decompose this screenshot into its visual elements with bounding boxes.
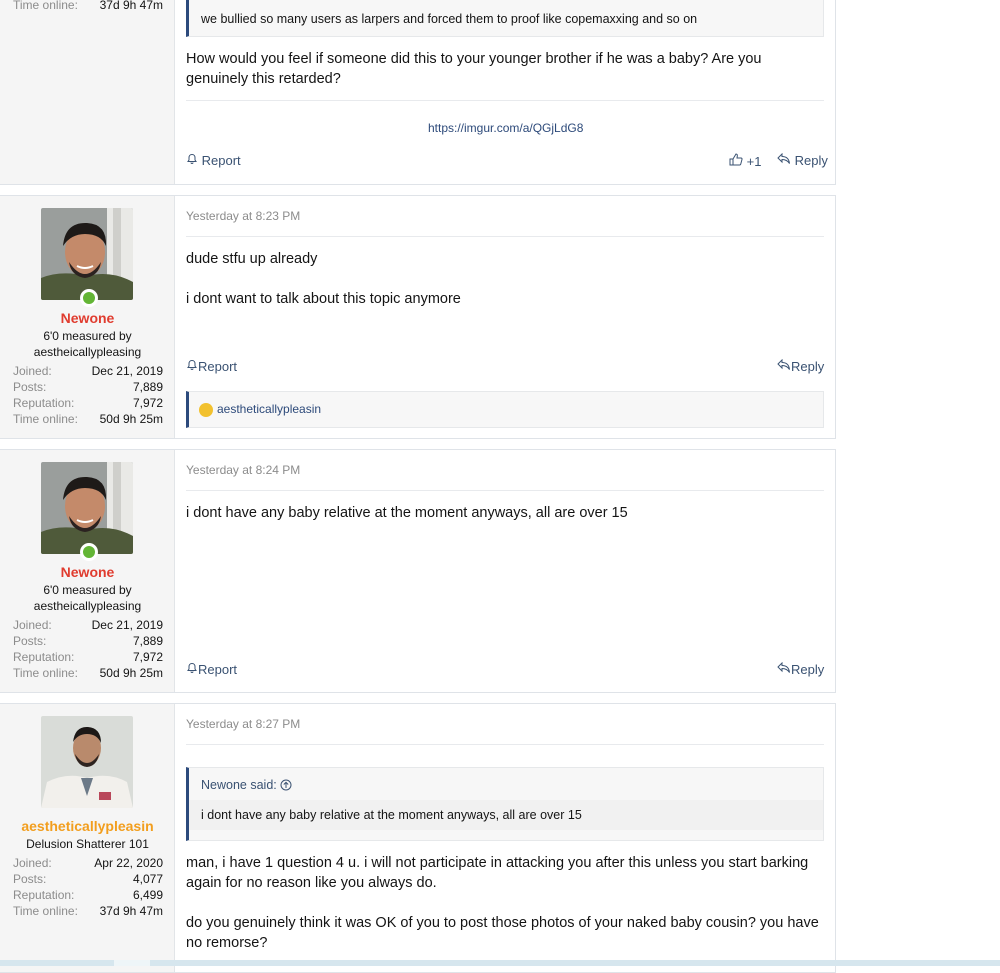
divider <box>186 490 824 491</box>
report-button[interactable]: Report <box>186 662 237 677</box>
user-title: 6'0 measured by <box>43 583 132 597</box>
post-date[interactable]: Yesterday at 8:24 PM <box>186 463 300 477</box>
reply-label: Reply <box>791 662 825 677</box>
user-title: 6'0 measured by <box>43 329 132 343</box>
stat-time-online: Time online: 37d 9h 47m <box>13 904 163 918</box>
like-button[interactable]: +1 <box>729 153 761 169</box>
reply-button[interactable]: Reply <box>777 152 828 168</box>
user-cell: Newone 6'0 measured by aestheicallypleas… <box>0 196 175 438</box>
quote-text: i dont have any baby relative at the mom… <box>189 800 823 830</box>
post-1: Newone 6'0 measured by aestheicallypleas… <box>0 195 836 439</box>
user-cell: Newone 6'0 measured by aestheicallypleas… <box>0 450 175 692</box>
like-count: +1 <box>746 154 762 169</box>
reply-button[interactable]: Reply <box>777 661 825 677</box>
stat-time-online: Time online: 50d 9h 25m <box>13 666 163 680</box>
online-status-icon <box>80 543 98 561</box>
stat-joined: Joined: Dec 21, 2019 <box>13 618 163 632</box>
reply-icon <box>777 358 791 374</box>
reply-label: Reply <box>791 359 825 374</box>
quote-author[interactable]: Newone said: <box>189 768 823 792</box>
stat-posts: Posts: 7,889 <box>13 634 163 648</box>
bell-icon <box>186 359 198 374</box>
post-body: How would you feel if someone did this t… <box>186 51 762 87</box>
reactions-bar[interactable]: aesthetically​pleasin <box>186 391 824 428</box>
stat-reputation: Reputation: 7,972 <box>13 396 163 410</box>
report-button[interactable]: Report <box>186 359 237 374</box>
stat-joined: Joined: Apr 22, 2020 <box>13 856 163 870</box>
stat-joined: Joined: Dec 21, 2019 <box>13 364 163 378</box>
stat-time-online: Time online: 37d 9h 47m <box>13 0 163 12</box>
divider <box>186 100 824 101</box>
post-date[interactable]: Yesterday at 8:27 PM <box>186 717 300 731</box>
stat-posts: Posts: 4,077 <box>13 872 163 886</box>
online-status-icon <box>80 289 98 307</box>
divider <box>186 744 824 745</box>
divider <box>186 236 824 237</box>
report-label: Report <box>198 359 238 374</box>
reply-button[interactable]: Reply <box>777 358 825 374</box>
quote-block: Newone said: i dont have any baby relati… <box>186 767 824 841</box>
post-2: Newone 6'0 measured by aestheicallypleas… <box>0 449 836 693</box>
stat-reputation: Reputation: 7,972 <box>13 650 163 664</box>
stat-posts: Posts: 7,889 <box>13 380 163 394</box>
username[interactable]: Newone <box>0 310 175 326</box>
post-date[interactable]: Yesterday at 8:23 PM <box>186 209 300 223</box>
quote-text: we bullied so many users as larpers and … <box>201 12 698 26</box>
user-title: Delusion Shatterer 101 <box>26 837 149 851</box>
reply-icon <box>777 152 795 168</box>
reaction-user[interactable]: aesthetically​pleasin <box>217 402 321 416</box>
username[interactable]: Newone <box>0 564 175 580</box>
report-button[interactable]: Report <box>186 153 241 168</box>
post-3: aestheticallypleasin Delusion Shatterer … <box>0 703 836 973</box>
arrow-up-circle-icon[interactable] <box>280 778 292 792</box>
post-body-line: i dont want to talk about this topic any… <box>186 291 461 307</box>
post-body-para: do you genuinely think it was OK of you … <box>186 915 819 951</box>
report-label: Report <box>201 153 241 168</box>
avatar[interactable] <box>41 462 133 554</box>
bell-icon <box>186 662 198 677</box>
avatar[interactable] <box>41 208 133 300</box>
username[interactable]: aestheticallypleasin <box>0 818 175 834</box>
confused-emoji-icon <box>199 402 213 417</box>
user-cell: aestheticallypleasin Delusion Shatterer … <box>0 704 175 972</box>
user-cell: Time online: 37d 9h 47m <box>0 0 175 184</box>
user-title-2: aestheicallypleasing <box>33 599 142 613</box>
reply-icon <box>777 661 791 677</box>
quote-block: we bullied so many users as larpers and … <box>186 0 824 37</box>
post-body-line: i dont have any baby relative at the mom… <box>186 505 628 521</box>
post-0: Time online: 37d 9h 47m we bullied so ma… <box>0 0 836 185</box>
post-body-line: dude stfu up already <box>186 251 318 267</box>
user-title-2: aestheicallypleasing <box>33 345 142 359</box>
reply-label: Reply <box>794 153 828 168</box>
bell-icon <box>186 153 202 168</box>
stat-time-online: Time online: 50d 9h 25m <box>13 412 163 426</box>
thumbs-up-icon <box>729 153 747 169</box>
scrollbar-track[interactable] <box>0 960 1000 966</box>
report-label: Report <box>198 662 238 677</box>
avatar[interactable] <box>41 716 133 808</box>
post-link[interactable]: https://imgur.com/a/QGjLdG8 <box>428 121 583 135</box>
post-body-para: man, i have 1 question 4 u. i will not p… <box>186 855 809 891</box>
stat-reputation: Reputation: 6,499 <box>13 888 163 902</box>
